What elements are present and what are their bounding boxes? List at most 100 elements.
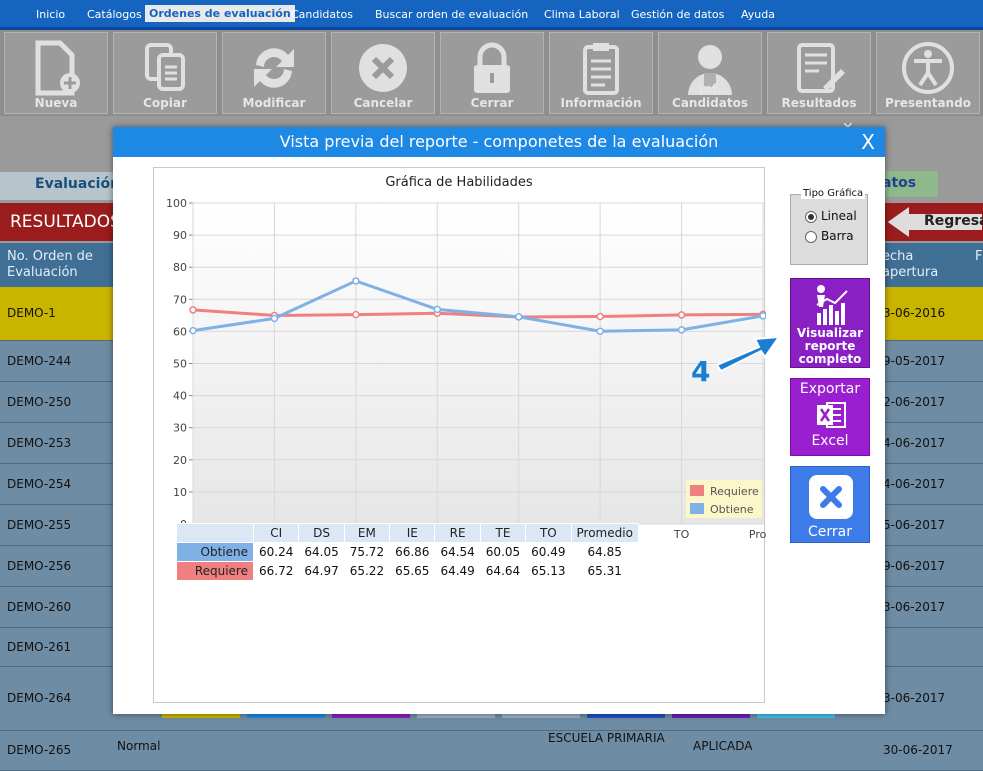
resultados-label: Resultados bbox=[781, 96, 857, 110]
exportar-line-1: Exportar bbox=[799, 381, 861, 397]
menu-ordenes-evaluacion[interactable]: Ordenes de evaluación bbox=[145, 5, 295, 22]
scores-header-row: CI DS EM IE RE TE TO Promedio bbox=[176, 523, 639, 543]
row-fecha: 9-05-2017 bbox=[883, 354, 946, 368]
report-preview-dialog: Vista previa del reporte - componetes de… bbox=[113, 127, 885, 714]
lock-icon bbox=[462, 39, 522, 97]
menu-gestion-datos[interactable]: Gestión de datos bbox=[631, 8, 724, 21]
datos-tab[interactable]: atos bbox=[880, 171, 938, 197]
data-point-obtiene bbox=[433, 305, 442, 314]
barra-label: Barra bbox=[821, 229, 854, 243]
inf-candidatos-label: Inf. Candidatos bbox=[672, 82, 748, 110]
step-annotation: 4 bbox=[689, 325, 779, 393]
informacion-button[interactable]: Información bbox=[549, 32, 653, 114]
color-strip bbox=[672, 714, 750, 718]
score-cell: 60.05 bbox=[479, 542, 527, 562]
table-row[interactable]: DEMO-265 30-06-2017 Normal ESCUELA PRIMARIA… bbox=[0, 731, 983, 771]
menu-ayuda[interactable]: Ayuda bbox=[741, 8, 775, 21]
score-cell: 66.86 bbox=[389, 542, 436, 562]
scores-row: Obtiene 60.24 64.05 75.72 66.86 64.54 60.05 60.… bbox=[176, 542, 639, 562]
resultados-button[interactable]: Resultados bbox=[767, 32, 871, 114]
score-cell: 65.13 bbox=[525, 561, 572, 581]
color-strip bbox=[757, 714, 835, 718]
row-fecha: 3-06-2016 bbox=[883, 306, 946, 320]
y-tick-label: 40 bbox=[173, 390, 187, 403]
y-tick-label: 20 bbox=[173, 454, 187, 467]
y-tick-label: 80 bbox=[173, 261, 187, 274]
scores-header-cell: CI bbox=[252, 523, 300, 543]
cerrar-button[interactable]: Cerrar bbox=[440, 32, 544, 114]
row-order-id: DEMO-261 bbox=[7, 640, 72, 654]
score-cell: 64.49 bbox=[434, 561, 481, 581]
accessibility-icon bbox=[898, 39, 958, 97]
data-point-requiere bbox=[352, 310, 360, 319]
presentando-button[interactable]: Presentando bbox=[876, 32, 980, 114]
score-cell: 64.97 bbox=[298, 561, 345, 581]
score-cell: 60.24 bbox=[252, 542, 300, 562]
col-header-extra: F bbox=[975, 249, 983, 264]
menu-clima-laboral[interactable]: Clima Laboral bbox=[544, 8, 620, 21]
y-tick-label: 70 bbox=[173, 293, 187, 306]
regresar-label: Regresar bbox=[924, 213, 983, 229]
cerrar-dialog-button[interactable]: Cerrar bbox=[790, 466, 870, 543]
row-fecha: 9-06-2017 bbox=[883, 559, 946, 573]
visualizar-reporte-button[interactable]: Visualizar reporte completo bbox=[790, 278, 870, 368]
cancel-circle-icon bbox=[353, 39, 413, 97]
close-icon bbox=[809, 475, 853, 519]
row-fecha: 2-06-2017 bbox=[883, 395, 946, 409]
copiar-label: Copiar bbox=[143, 96, 187, 110]
legend-swatch bbox=[690, 485, 704, 496]
score-cell: 64.85 bbox=[570, 542, 639, 562]
skills-line-chart: 0102030405060708090100CIDSEMIERETETOProm… bbox=[166, 197, 766, 541]
color-strip bbox=[502, 714, 580, 718]
step-number: 4 bbox=[691, 355, 711, 388]
row-fecha: 4-06-2017 bbox=[883, 477, 946, 491]
data-point-obtiene bbox=[189, 326, 197, 335]
scores-header-cell: DS bbox=[298, 523, 345, 543]
score-cell: 65.31 bbox=[570, 561, 639, 581]
cerrar-dialog-label: Cerrar bbox=[808, 524, 852, 540]
copy-icon bbox=[135, 39, 195, 97]
data-point-obtiene bbox=[514, 313, 523, 321]
menu-inicio[interactable]: Inicio bbox=[36, 8, 65, 21]
y-tick-label: 90 bbox=[173, 229, 187, 242]
report-edit-icon bbox=[789, 39, 849, 97]
color-strip bbox=[587, 714, 665, 718]
exportar-excel-button[interactable]: Exportar Excel bbox=[790, 378, 870, 456]
col-header-fecha: echa apertura bbox=[882, 249, 939, 280]
menu-catalogos[interactable]: Catálogos bbox=[87, 8, 142, 21]
nueva-button[interactable]: Nueva bbox=[4, 32, 108, 114]
data-point-obtiene bbox=[596, 327, 604, 335]
scores-header-cell: EM bbox=[343, 523, 391, 543]
menu-candidatos[interactable]: Candidatos bbox=[291, 8, 353, 21]
copiar-button[interactable]: Copiar bbox=[113, 32, 217, 114]
legend-label: Requiere bbox=[710, 485, 759, 498]
row-fecha: 3-06-2017 bbox=[883, 691, 946, 705]
score-cell: 65.22 bbox=[343, 561, 391, 581]
visualizar-line-2: reporte bbox=[804, 339, 856, 353]
data-point-obtiene bbox=[352, 277, 360, 285]
data-point-obtiene bbox=[677, 326, 686, 334]
modificar-button[interactable]: Modificar bbox=[222, 32, 326, 114]
exportar-line-2: Excel bbox=[811, 433, 849, 449]
regresar-button[interactable]: Regresar bbox=[884, 203, 983, 241]
barra-radio[interactable]: Barra bbox=[805, 229, 854, 243]
scores-header-cell: TE bbox=[479, 523, 527, 543]
menu-buscar-orden[interactable]: Buscar orden de evaluación bbox=[375, 8, 528, 21]
series-label-cell: Obtiene bbox=[176, 542, 254, 562]
visualizar-line-1: Visualizar bbox=[796, 326, 864, 340]
dialog-title: Vista previa del reporte - componetes de… bbox=[279, 132, 719, 151]
row-order-id: DEMO-264 bbox=[7, 691, 72, 705]
score-cell: 65.65 bbox=[389, 561, 436, 581]
color-strip bbox=[162, 714, 240, 718]
radio-selected-icon bbox=[805, 210, 817, 223]
row-order-id: DEMO-250 bbox=[7, 395, 72, 409]
inf-candidatos-button[interactable]: Inf. Candidatos bbox=[658, 32, 762, 114]
y-tick-label: 50 bbox=[173, 358, 187, 371]
corner-cell bbox=[176, 523, 254, 543]
cancelar-button[interactable]: Cancelar bbox=[331, 32, 435, 114]
dialog-close-icon[interactable]: X bbox=[861, 130, 875, 154]
lineal-radio[interactable]: Lineal bbox=[805, 209, 857, 223]
scores-header-cell: Promedio bbox=[570, 523, 639, 543]
main-menu-bar: Inicio Catálogos Ordenes de evaluación C… bbox=[0, 0, 983, 30]
modificar-label: Modificar bbox=[242, 96, 306, 110]
